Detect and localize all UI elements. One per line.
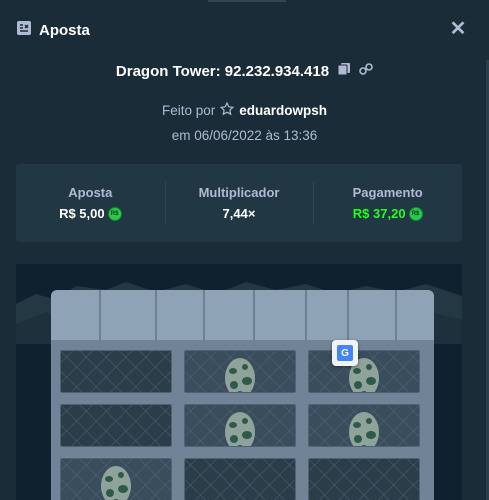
currency-coin-icon: R$ (408, 206, 423, 221)
dragon-egg-icon (221, 353, 259, 392)
header-title-group: Aposta (16, 20, 90, 41)
stat-label: Multiplicador (198, 185, 280, 200)
made-by-row: Feito por eduardowpsh (0, 101, 489, 119)
board-tile[interactable] (308, 404, 420, 447)
board-tile[interactable] (184, 458, 296, 500)
dragon-tower-board (16, 264, 462, 500)
dragon-egg-icon (345, 407, 383, 446)
stat-value-text: R$ 37,20 (352, 206, 406, 221)
modal-title: Aposta (39, 22, 90, 39)
link-icon[interactable] (359, 62, 373, 81)
tower-roof (51, 290, 434, 340)
modal-header: Aposta ✕ (0, 0, 489, 60)
bet-date: em 06/06/2022 às 13:36 (171, 128, 318, 143)
stat-value: R$ 37,20 R$ (353, 206, 423, 221)
board-tile[interactable] (60, 458, 172, 500)
stat-payout: Pagamento R$ 37,20 R$ (313, 164, 462, 242)
translate-icon[interactable]: G (332, 340, 358, 366)
board-tile[interactable] (308, 458, 420, 500)
stat-label: Aposta (68, 185, 113, 200)
stat-value: R$ 5,00 R$ (59, 206, 122, 221)
tile-grid (60, 350, 426, 500)
stat-value-text: R$ 5,00 (59, 206, 105, 221)
dragon-egg-icon (221, 407, 259, 446)
star-icon[interactable] (219, 101, 235, 119)
stat-value-text: 7,44× (222, 206, 256, 221)
close-icon[interactable]: ✕ (449, 19, 467, 39)
bet-slip-icon (16, 20, 32, 41)
username-link[interactable]: eduardowpsh (239, 103, 327, 118)
stat-multiplier: Multiplicador 7,44× (164, 164, 314, 242)
game-id-row: Dragon Tower: 92.232.934.418 (0, 62, 489, 81)
dragon-egg-icon (97, 461, 135, 500)
stat-bet: Aposta R$ 5,00 R$ (16, 164, 165, 242)
copy-icon[interactable] (337, 62, 351, 81)
board-tile[interactable] (184, 350, 296, 393)
game-title: Dragon Tower: 92.232.934.418 (115, 63, 330, 80)
stat-label: Pagamento (352, 185, 423, 200)
bet-stats-panel: Aposta R$ 5,00 R$ Multiplicador 7,44× Pa… (16, 164, 462, 242)
board-tile[interactable] (308, 350, 420, 393)
board-tile[interactable] (60, 404, 172, 447)
currency-coin-icon: R$ (107, 206, 122, 221)
board-tile[interactable] (184, 404, 296, 447)
made-by-label: Feito por (161, 103, 216, 118)
stat-value: 7,44× (223, 206, 256, 221)
board-tile[interactable] (60, 350, 172, 393)
